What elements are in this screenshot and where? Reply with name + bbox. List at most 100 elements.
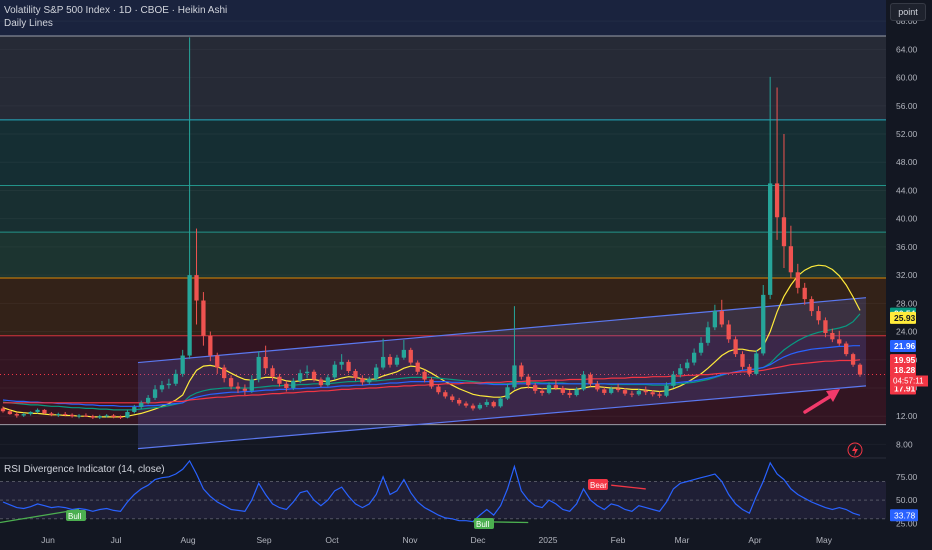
candle-body: [415, 362, 420, 372]
candle-body: [747, 366, 752, 374]
candle-body: [588, 374, 593, 384]
price-label-text: 18.28: [894, 365, 916, 375]
y-tick-label: 60.00: [896, 73, 918, 83]
candle-body: [705, 327, 711, 343]
x-tick-label: Feb: [611, 535, 626, 545]
candle-body: [470, 405, 476, 409]
candle-body: [194, 275, 199, 301]
candle-body: [14, 414, 19, 416]
chart-title: Volatility S&P 500 Index · 1D · CBOE · H…: [4, 5, 228, 16]
candle-body: [526, 376, 531, 386]
candle-body: [678, 368, 683, 375]
candle-body: [574, 389, 579, 396]
divergence-marker-label: Bear: [590, 481, 607, 490]
y-tick-label: 36.00: [896, 242, 918, 252]
candle-body: [408, 349, 413, 363]
x-tick-label: Apr: [748, 535, 761, 545]
candle-body: [698, 342, 704, 353]
candle-body: [90, 416, 95, 418]
candle-body: [118, 416, 123, 418]
divergence-marker-label: Bull: [68, 512, 82, 521]
level-band: [0, 185, 886, 233]
x-tick-label: Jun: [41, 535, 55, 545]
candle-body: [754, 353, 759, 374]
candle-body: [788, 246, 794, 273]
candle-body: [539, 390, 545, 393]
x-tick-label: Mar: [675, 535, 690, 545]
candle-body: [380, 356, 386, 368]
candle-body: [823, 320, 828, 333]
candle-body: [712, 311, 718, 328]
candle-body: [581, 374, 586, 390]
scale-mode-button[interactable]: point: [890, 3, 926, 21]
candle-body: [816, 311, 821, 321]
candle-body: [443, 392, 448, 397]
candle-body: [477, 404, 483, 409]
y-tick-label: 52.00: [896, 129, 918, 139]
y-tick-label: 8.00: [896, 439, 913, 449]
candle-body: [505, 387, 510, 399]
candle-body: [318, 379, 324, 386]
candle-body: [387, 356, 393, 365]
candle-body: [228, 378, 234, 387]
rsi-title: RSI Divergence Indicator (14, close): [4, 464, 165, 475]
candle-body: [208, 335, 213, 356]
candle-body: [49, 413, 54, 415]
y-tick-label: 64.00: [896, 44, 918, 54]
candle-body: [28, 411, 33, 415]
candle-body: [795, 272, 800, 288]
indicator-label: Daily Lines: [4, 18, 53, 29]
candle-body: [270, 368, 275, 377]
candle-body: [180, 355, 185, 374]
x-tick-label: 2025: [539, 535, 558, 545]
candle-body: [519, 365, 524, 377]
x-tick-label: Dec: [470, 535, 486, 545]
candle-body: [360, 378, 365, 383]
candle-body: [512, 365, 517, 388]
y-tick-label: 12.00: [896, 411, 918, 421]
y-tick-label: 40.00: [896, 214, 918, 224]
candle-body: [484, 402, 489, 405]
candle-body: [298, 373, 303, 381]
candle-body: [498, 398, 503, 407]
x-tick-label: Sep: [256, 535, 271, 545]
candle-body: [463, 403, 469, 406]
candle-body: [353, 371, 358, 379]
candle-body: [830, 332, 835, 340]
candle-body: [145, 397, 151, 403]
candle-body: [394, 357, 400, 365]
candle-body: [850, 354, 856, 365]
divergence-marker-label: Bull: [476, 520, 490, 529]
candle-body: [533, 385, 538, 391]
level-band: [0, 119, 886, 186]
candle-body: [263, 356, 268, 369]
candle-body: [332, 364, 337, 378]
y-tick-label: 44.00: [896, 185, 918, 195]
candle-body: [277, 376, 282, 384]
candle-body: [436, 386, 441, 393]
candle-body: [125, 411, 130, 418]
candle-body: [325, 377, 330, 386]
candle-body: [201, 300, 206, 336]
candle-body: [422, 371, 427, 380]
price-label-text: 19.95: [894, 355, 916, 365]
candle-body: [291, 380, 296, 388]
candle-body: [311, 371, 317, 380]
x-tick-label: Jul: [111, 535, 122, 545]
candle-body: [159, 385, 165, 390]
rsi-tick-label: 75.00: [896, 472, 918, 482]
candle-body: [802, 287, 807, 300]
y-tick-label: 48.00: [896, 157, 918, 167]
candle-body: [0, 408, 6, 412]
candle-body: [235, 386, 241, 389]
x-tick-label: Nov: [402, 535, 418, 545]
candle-body: [242, 388, 248, 391]
candle-body: [187, 275, 192, 356]
candle-body: [76, 415, 82, 417]
candle-body: [629, 393, 635, 395]
candle-body: [643, 390, 648, 393]
candle-body: [768, 183, 773, 295]
candle-body: [56, 414, 61, 416]
candle-body: [857, 364, 863, 375]
candle-body: [740, 354, 745, 367]
